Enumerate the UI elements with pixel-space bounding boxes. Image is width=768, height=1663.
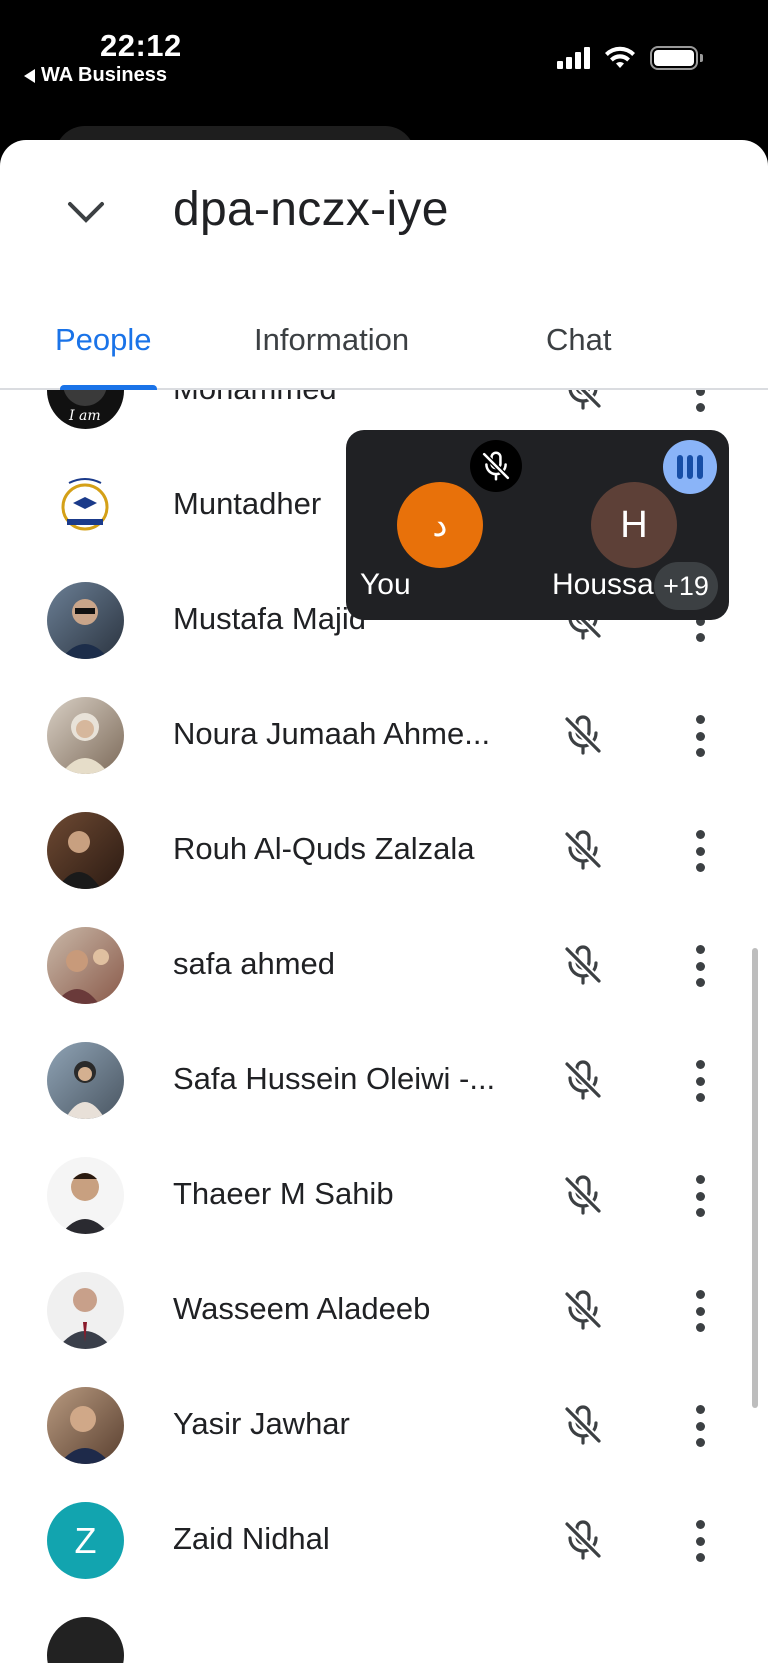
participant-row[interactable]: Wasseem Aladeeb xyxy=(0,1253,768,1368)
avatar xyxy=(47,927,124,1004)
more-options-icon[interactable] xyxy=(690,715,710,757)
more-options-icon[interactable] xyxy=(690,1175,710,1217)
participant-row[interactable]: Rouh Al-Quds Zalzala xyxy=(0,793,768,908)
participant-name: Noura Jumaah Ahme... xyxy=(173,716,491,751)
back-arrow-icon xyxy=(24,68,35,83)
avatar xyxy=(47,1617,124,1663)
avatar xyxy=(47,1157,124,1234)
you-label: You xyxy=(360,568,411,601)
audio-level-icon xyxy=(663,440,717,494)
participant-row[interactable]: Yasir Jawhar xyxy=(0,1368,768,1483)
back-app-label: WA Business xyxy=(41,64,167,86)
avatar: I am xyxy=(47,390,124,429)
tab-chat[interactable]: Chat xyxy=(546,322,611,358)
mic-off-icon xyxy=(562,1059,604,1101)
participant-avatar: H xyxy=(591,482,677,568)
more-options-icon[interactable] xyxy=(690,390,710,412)
more-options-icon[interactable] xyxy=(690,1060,710,1102)
participant-row[interactable]: Noura Jumaah Ahme... xyxy=(0,678,768,793)
avatar xyxy=(47,1387,124,1464)
wifi-icon xyxy=(605,46,635,68)
scrollbar[interactable] xyxy=(752,948,758,1408)
battery-icon xyxy=(650,46,703,70)
status-bar: 22:12 WA Business xyxy=(0,0,768,140)
tab-bar: People Information Chat xyxy=(0,312,768,390)
more-options-icon[interactable] xyxy=(690,1290,710,1332)
participant-name: Rouh Al-Quds Zalzala xyxy=(173,831,475,866)
participant-name: Safa Hussein Oleiwi -... xyxy=(173,1061,496,1096)
avatar: Z xyxy=(47,1502,124,1579)
participant-row[interactable]: Thaeer M Sahib xyxy=(0,1138,768,1253)
participant-name: Wasseem Aladeeb xyxy=(173,1291,431,1326)
avatar xyxy=(47,582,124,659)
svg-text:I am: I am xyxy=(68,408,101,424)
mic-off-icon xyxy=(562,1519,604,1561)
participant-name: Thaeer M Sahib xyxy=(173,1176,394,1211)
mic-off-icon xyxy=(562,1289,604,1331)
mic-off-icon xyxy=(562,944,604,986)
participant-name: Mustafa Majid xyxy=(173,601,366,636)
sheet-header: dpa-nczx-iye People Information Chat xyxy=(0,140,768,390)
avatar xyxy=(47,812,124,889)
participant-row[interactable]: safa ahmed xyxy=(0,908,768,1023)
cellular-signal-icon xyxy=(557,47,590,69)
tab-people[interactable]: People xyxy=(55,322,152,358)
chevron-down-icon[interactable] xyxy=(64,190,108,234)
status-time: 22:12 xyxy=(100,28,182,63)
tab-information[interactable]: Information xyxy=(254,322,409,358)
meeting-code-title: dpa-nczx-iye xyxy=(173,183,449,236)
participant-label: Houssa xyxy=(552,568,654,601)
back-to-app-link[interactable]: WA Business xyxy=(24,64,167,87)
status-indicators xyxy=(557,46,703,70)
participant-name: safa ahmed xyxy=(173,946,335,981)
participant-row[interactable]: Safa Hussein Oleiwi -... xyxy=(0,1023,768,1138)
more-options-icon[interactable] xyxy=(690,830,710,872)
more-options-icon[interactable] xyxy=(690,945,710,987)
avatar xyxy=(47,467,124,544)
more-participants-badge: +19 xyxy=(654,562,718,610)
participant-name: Yasir Jawhar xyxy=(173,1406,350,1441)
avatar xyxy=(47,1042,124,1119)
mic-off-icon xyxy=(562,714,604,756)
mic-off-icon xyxy=(562,829,604,871)
mic-off-icon xyxy=(568,390,604,411)
mic-off-icon xyxy=(562,1404,604,1446)
participant-name: Muntadher xyxy=(173,486,322,521)
avatar xyxy=(47,1272,124,1349)
avatar xyxy=(47,697,124,774)
meeting-details-sheet: dpa-nczx-iye People Information Chat I a… xyxy=(0,140,768,1663)
participant-name: Zaid Nidhal xyxy=(173,1521,330,1556)
more-options-icon[interactable] xyxy=(690,1520,710,1562)
participant-name: Mohammed xyxy=(173,390,337,407)
mic-off-icon[interactable] xyxy=(470,440,522,492)
mic-off-icon xyxy=(562,1174,604,1216)
you-avatar: د xyxy=(397,482,483,568)
avatar-initial: Z xyxy=(74,1519,97,1561)
participant-row[interactable]: Z Zaid Nidhal xyxy=(0,1483,768,1598)
more-options-icon[interactable] xyxy=(690,1405,710,1447)
call-preview-window[interactable]: د H You Houssa +19 xyxy=(346,430,729,620)
participant-row[interactable] xyxy=(0,1598,768,1663)
